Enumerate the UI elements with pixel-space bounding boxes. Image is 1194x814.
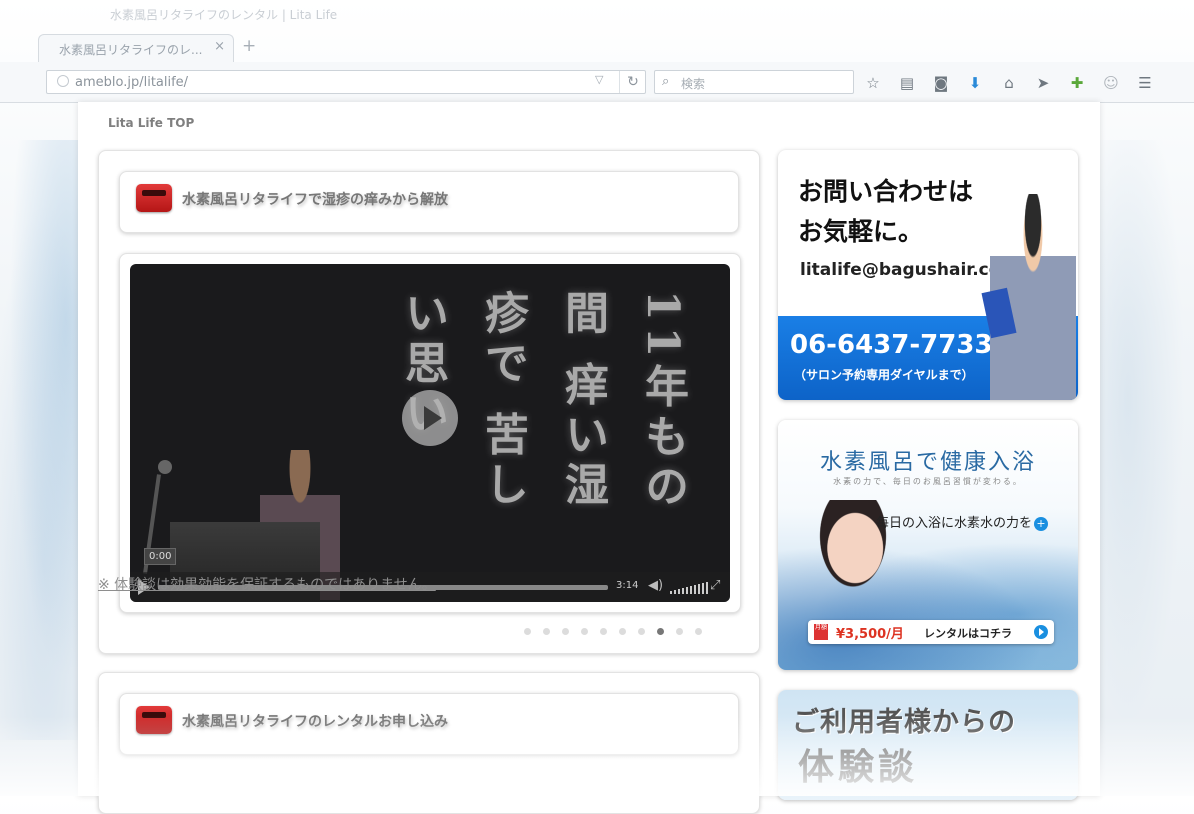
tab-close-icon[interactable]: × <box>214 39 225 54</box>
search-bar[interactable]: ⌕ 検索 <box>654 70 854 94</box>
slider-dot[interactable] <box>543 628 550 635</box>
home-icon[interactable]: ⌂ <box>998 72 1020 94</box>
bath-copy-text: 毎日の入浴に水素水の力を <box>876 516 1033 531</box>
testimonial-line2: 体験談 <box>798 747 919 788</box>
chat-icon[interactable]: ☺ <box>1100 72 1122 94</box>
monthly-label: 月額 <box>814 624 828 640</box>
slider-dot[interactable] <box>695 628 702 635</box>
bath-banner-copy: 毎日の入浴に水素水の力を + <box>876 512 1049 531</box>
rental-link-text: レンタルはコチラ <box>924 627 1012 640</box>
testimonial-banner[interactable]: ご利用者様からの 体験談 <box>778 690 1078 800</box>
bookmark-star-icon[interactable]: ☆ <box>862 72 884 94</box>
tab-bar: 水素風呂リタライフのレ... × + <box>0 28 1194 62</box>
main-panel-rental: 水素風呂リタライフのレンタルお申し込み <box>98 672 760 814</box>
bath-banner-title: 水素風呂で健康入浴 <box>819 450 1036 475</box>
contact-email: litalife@bagushair.com <box>800 260 1019 280</box>
video-duration: 3:14 <box>616 580 639 591</box>
fullscreen-icon[interactable]: ⤢ <box>710 578 720 593</box>
section-heading-box: 水素風呂リタライフで湿疹の痒みから解放 <box>119 171 739 233</box>
contact-phone: 06-6437-7733 <box>790 330 993 360</box>
search-input[interactable]: 検索 <box>681 75 705 92</box>
contact-phone-note: （サロン予約専用ダイヤルまで） <box>794 368 974 382</box>
slider-dot[interactable] <box>581 628 588 635</box>
video-frame: 11年もの間 痒い湿疹で 苦しい思い 0:00 3:14 ◀) ⤢ <box>119 253 741 613</box>
download-icon[interactable]: ⬇ <box>964 72 986 94</box>
rental-price-bar[interactable]: 月額 ¥3,500/月 レンタルはコチラ <box>808 620 1054 644</box>
navigation-bar: ameblo.jp/litalife/ ▽ ↻ ⌕ 検索 ☆ ▤ ◙ ⬇ ⌂ ➤… <box>0 62 1194 103</box>
tab-title: 水素風呂リタライフのレ... <box>59 43 203 57</box>
slider-dot-active[interactable] <box>657 628 664 635</box>
contact-heading-line2: お気軽に。 <box>798 217 924 246</box>
site-title-link[interactable]: Lita Life TOP <box>108 116 194 130</box>
slider-dots <box>524 628 702 635</box>
volume-slider[interactable] <box>670 582 708 594</box>
section-heading: 水素風呂リタライフのレンタルお申し込み <box>182 714 448 730</box>
contact-heading-line1: お問い合わせは <box>798 177 974 206</box>
plus-icon: + <box>1034 517 1049 531</box>
reading-list-icon[interactable]: ▤ <box>896 72 918 94</box>
volume-icon[interactable]: ◀) <box>648 578 663 593</box>
testimonial-line1: ご利用者様からの <box>792 707 1016 738</box>
new-tab-button[interactable]: + <box>242 36 256 56</box>
hydrogen-bath-banner[interactable]: 水素風呂で健康入浴 水素の力で、毎日のお風呂習慣が変わる。 毎日の入浴に水素水の… <box>778 420 1078 670</box>
current-time: 0:00 <box>144 548 177 565</box>
url-dropdown-icon[interactable]: ▽ <box>595 73 603 86</box>
search-icon: ⌕ <box>662 74 670 89</box>
section-heading: 水素風呂リタライフで湿疹の痒みから解放 <box>182 192 448 208</box>
bath-banner-subtitle: 水素の力で、毎日のお風呂習慣が変わる。 <box>833 477 1023 486</box>
web-page: Lita Life TOP 水素風呂リタライフで湿疹の痒みから解放 11年もの間… <box>78 102 1100 814</box>
send-icon[interactable]: ➤ <box>1032 72 1054 94</box>
site-identity-icon[interactable] <box>57 75 69 87</box>
section-heading-box: 水素風呂リタライフのレンタルお申し込み <box>119 693 739 755</box>
contact-banner[interactable]: お問い合わせは お気軽に。 litalife@bagushair.com 06-… <box>778 150 1078 400</box>
toolbar-icons: ☆ ▤ ◙ ⬇ ⌂ ➤ ✚ ☺ ☰ <box>862 72 1156 94</box>
hydrogen-device-icon <box>136 184 172 212</box>
url-bar[interactable]: ameblo.jp/litalife/ ▽ ↻ <box>46 70 646 94</box>
menu-icon[interactable]: ☰ <box>1134 72 1156 94</box>
slider-dot[interactable] <box>562 628 569 635</box>
slider-dot[interactable] <box>619 628 626 635</box>
microphone-image <box>158 460 172 474</box>
window-title: 水素風呂リタライフのレンタル | Lita Life <box>110 8 338 22</box>
extension-puzzle-icon[interactable]: ✚ <box>1066 72 1088 94</box>
pocket-icon[interactable]: ◙ <box>930 72 952 94</box>
rental-price: ¥3,500/月 <box>836 627 904 642</box>
video-player[interactable]: 11年もの間 痒い湿疹で 苦しい思い 0:00 3:14 ◀) ⤢ <box>130 264 730 602</box>
browser-chrome: 水素風呂リタライフのレンタル | Lita Life 水素風呂リタライフのレ..… <box>0 0 1194 103</box>
hydrogen-device-icon <box>136 706 172 734</box>
slider-dot[interactable] <box>638 628 645 635</box>
background-decoration-right <box>1084 140 1194 780</box>
slider-dot[interactable] <box>524 628 531 635</box>
slider-dot[interactable] <box>676 628 683 635</box>
arrow-right-icon <box>1034 625 1048 639</box>
url-text[interactable]: ameblo.jp/litalife/ <box>75 75 188 90</box>
slider-dot[interactable] <box>600 628 607 635</box>
disclaimer-link[interactable]: ※ 体験談は効果効能を保証するものではありません。 <box>98 574 436 594</box>
reload-icon[interactable]: ↻ <box>619 71 646 93</box>
browser-tab[interactable]: 水素風呂リタライフのレ... × <box>38 34 234 62</box>
contact-banner-heading: お問い合わせは お気軽に。 <box>798 172 973 252</box>
play-button[interactable] <box>402 390 458 446</box>
